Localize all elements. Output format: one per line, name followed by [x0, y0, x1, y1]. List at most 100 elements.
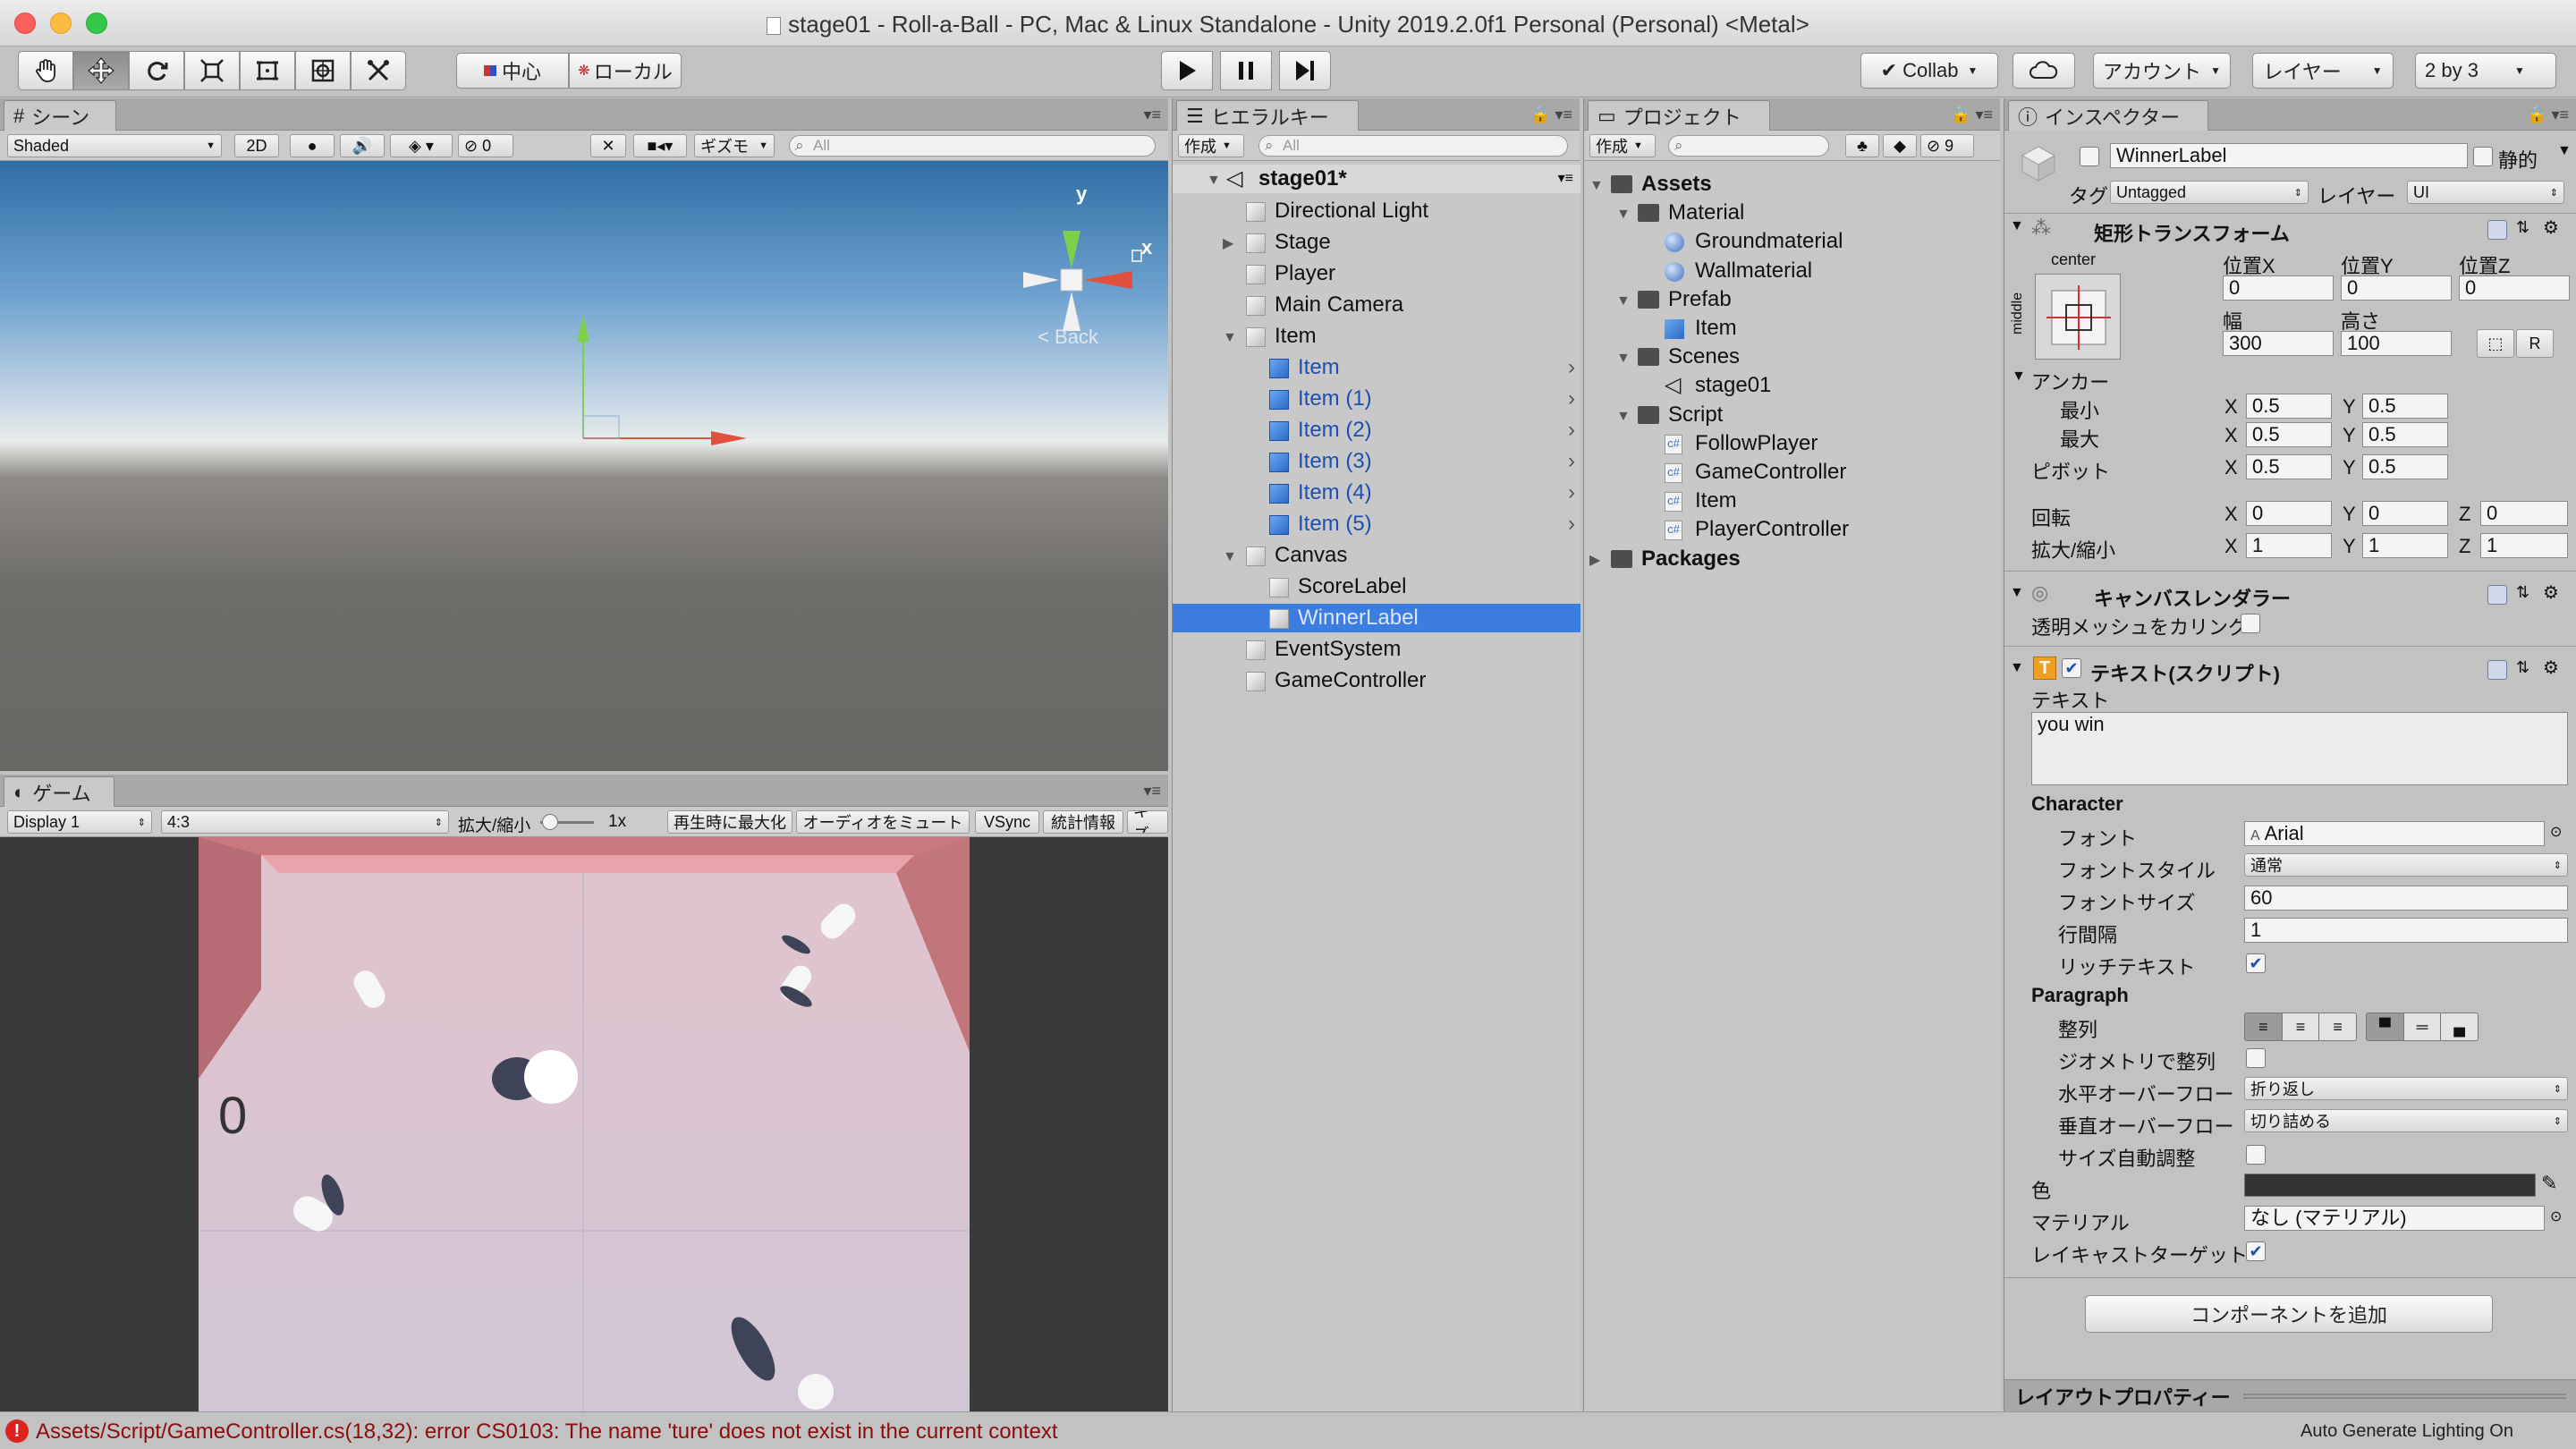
text-enabled-checkbox[interactable]: ✔: [2062, 658, 2081, 678]
project-row[interactable]: ▼ Material: [1584, 199, 2001, 227]
expand-arrow-icon[interactable]: ▶: [1589, 547, 1600, 575]
hierarchy-row[interactable]: ▶ Stage: [1173, 228, 1580, 257]
width-input[interactable]: 300: [2223, 331, 2334, 356]
prefab-open-chevron-icon[interactable]: ›: [1568, 353, 1575, 382]
panel-menu-icon[interactable]: 🔒 ▾≡: [1530, 106, 1572, 124]
panel-menu-icon[interactable]: 🔒 ▾≡: [1951, 106, 1993, 124]
expand-arrow-icon[interactable]: ▼: [1616, 344, 1631, 373]
hierarchy-create-dropdown[interactable]: 作成 ▼: [1178, 134, 1244, 157]
pause-button[interactable]: [1220, 51, 1272, 90]
raycast-target-checkbox[interactable]: ✔: [2246, 1241, 2266, 1261]
text-collapse-arrow-icon[interactable]: ▼: [2010, 660, 2024, 676]
hierarchy-row[interactable]: ScoreLabel: [1173, 572, 1580, 601]
hierarchy-row[interactable]: Item (3) ›: [1173, 447, 1580, 476]
project-row[interactable]: Groundmaterial: [1584, 227, 2001, 256]
panel-menu-icon[interactable]: 🔒 ▾≡: [2527, 106, 2569, 124]
line-spacing-input[interactable]: 1: [2244, 918, 2568, 943]
hidden-objects-toggle[interactable]: ⊘ 0: [458, 134, 513, 157]
step-button[interactable]: [1279, 51, 1331, 90]
vertical-overflow-dropdown[interactable]: 切り詰める ⇕: [2244, 1109, 2568, 1132]
back-view-label[interactable]: < Back: [1038, 326, 1098, 349]
tab-game[interactable]: ◐ ゲーム: [4, 776, 114, 807]
anchor-max-x-input[interactable]: 0.5: [2246, 422, 2332, 447]
hierarchy-row[interactable]: Item (5) ›: [1173, 510, 1580, 538]
2d-toggle[interactable]: 2D: [234, 134, 279, 157]
console-error-message[interactable]: Assets/Script/GameController.cs(18,32): …: [36, 1419, 1058, 1445]
expand-arrow-icon[interactable]: ▼: [1616, 200, 1631, 229]
cull-transparent-mesh-checkbox[interactable]: [2241, 614, 2260, 633]
project-row[interactable]: ▼ Prefab: [1584, 285, 2001, 314]
layout-properties-bar[interactable]: レイアウトプロパティー: [2004, 1379, 2576, 1411]
project-row[interactable]: ▼ Assets: [1584, 170, 2001, 199]
text-component-header[interactable]: テキスト(スクリプト): [2090, 658, 2280, 687]
hierarchy-row[interactable]: Main Camera: [1173, 291, 1580, 319]
horizontal-overflow-dropdown[interactable]: 折り返し ⇕: [2244, 1077, 2568, 1100]
best-fit-checkbox[interactable]: [2246, 1145, 2266, 1165]
rotation-x-input[interactable]: 0: [2246, 501, 2332, 526]
gear-icon[interactable]: ⚙: [2543, 216, 2559, 239]
layers-dropdown[interactable]: レイヤー ▼: [2252, 53, 2394, 89]
rotation-z-input[interactable]: 0: [2480, 501, 2568, 526]
align-bottom-button[interactable]: ▄: [2440, 1013, 2478, 1040]
pivot-y-input[interactable]: 0.5: [2362, 454, 2448, 479]
rect-collapse-arrow-icon[interactable]: ▼: [2010, 218, 2024, 234]
mute-audio-toggle[interactable]: オーディオをミュート: [796, 810, 970, 834]
anchor-presets-button[interactable]: [2035, 274, 2121, 360]
font-size-input[interactable]: 60: [2244, 886, 2568, 911]
hierarchy-row[interactable]: Directional Light: [1173, 197, 1580, 225]
project-row[interactable]: c# GameController: [1584, 458, 2001, 487]
collab-dropdown[interactable]: ✔ Collab ▼: [1860, 53, 1998, 89]
tab-scene[interactable]: # シーン: [4, 100, 116, 131]
effects-dropdown[interactable]: ◈ ▾: [390, 134, 453, 157]
cloud-button[interactable]: [2012, 53, 2075, 89]
expand-arrow-icon[interactable]: ▼: [1589, 172, 1604, 200]
hierarchy-row[interactable]: GameController: [1173, 666, 1580, 695]
scene-root-row[interactable]: ▼ ◁ stage01* ▾≡: [1173, 165, 1580, 193]
object-name-input[interactable]: WinnerLabel: [2110, 143, 2468, 168]
expand-arrow-icon[interactable]: ▶: [1223, 230, 1233, 258]
rich-text-checkbox[interactable]: ✔: [2246, 953, 2266, 973]
move-tool-button[interactable]: [73, 51, 129, 90]
preset-icon[interactable]: ⇅: [2516, 218, 2529, 237]
expand-arrow-icon[interactable]: ▼: [1207, 166, 1221, 195]
hierarchy-row[interactable]: Item ›: [1173, 353, 1580, 382]
eyedropper-icon[interactable]: ✎: [2541, 1172, 2557, 1195]
help-icon[interactable]: [2487, 220, 2507, 240]
expand-arrow-icon[interactable]: ▼: [1223, 543, 1237, 572]
blueprint-mode-button[interactable]: ⬚: [2477, 329, 2514, 358]
canvas-renderer-collapse-arrow-icon[interactable]: ▼: [2010, 585, 2024, 601]
shading-mode-dropdown[interactable]: Shaded ▼: [7, 134, 222, 157]
anchor-max-y-input[interactable]: 0.5: [2362, 422, 2448, 447]
scene-viewport[interactable]: y x < Back: [0, 161, 1168, 771]
project-hidden-toggle[interactable]: ⊘ 9: [1920, 134, 1974, 157]
project-create-dropdown[interactable]: 作成 ▼: [1589, 134, 1656, 157]
play-button[interactable]: [1161, 51, 1213, 90]
hierarchy-row[interactable]: Item (4) ›: [1173, 479, 1580, 507]
project-row[interactable]: ▼ Script: [1584, 401, 2001, 429]
project-row[interactable]: c# FollowPlayer: [1584, 429, 2001, 458]
scale-y-input[interactable]: 1: [2362, 533, 2448, 558]
canvas-renderer-header[interactable]: キャンバスレンダラー: [2094, 583, 2291, 612]
hierarchy-search-input[interactable]: ⌕ All: [1258, 135, 1568, 157]
tab-hierarchy[interactable]: ☰ ヒエラルキー: [1176, 100, 1359, 131]
align-left-button[interactable]: ≡: [2245, 1013, 2282, 1040]
preset-icon[interactable]: ⇅: [2516, 658, 2529, 677]
gizmos-dropdown[interactable]: ギズモ ▼: [694, 134, 775, 157]
project-row[interactable]: ◁ stage01: [1584, 371, 2001, 400]
project-row[interactable]: c# PlayerController: [1584, 515, 2001, 544]
project-row[interactable]: c# Item: [1584, 487, 2001, 515]
project-row[interactable]: ▼ Scenes: [1584, 343, 2001, 371]
lighting-toggle[interactable]: ●: [290, 134, 335, 157]
transform-tool-button[interactable]: [295, 51, 351, 90]
stats-toggle[interactable]: 統計情報: [1043, 810, 1123, 834]
project-row[interactable]: ▶ Packages: [1584, 545, 2001, 573]
display-dropdown[interactable]: Display 1 ⇕: [7, 810, 152, 834]
layer-dropdown[interactable]: UI ⇕: [2407, 181, 2564, 204]
resize-handle[interactable]: [2242, 1393, 2566, 1399]
status-bar[interactable]: ! Assets/Script/GameController.cs(18,32)…: [0, 1411, 2576, 1449]
tab-inspector[interactable]: ⓘ インスペクター: [2008, 100, 2208, 131]
pivot-mode-button[interactable]: 中心: [456, 53, 569, 89]
font-style-dropdown[interactable]: 通常 ⇕: [2244, 853, 2568, 877]
help-icon[interactable]: [2487, 585, 2507, 605]
rect-transform-header[interactable]: 矩形トランスフォーム: [2094, 218, 2290, 247]
